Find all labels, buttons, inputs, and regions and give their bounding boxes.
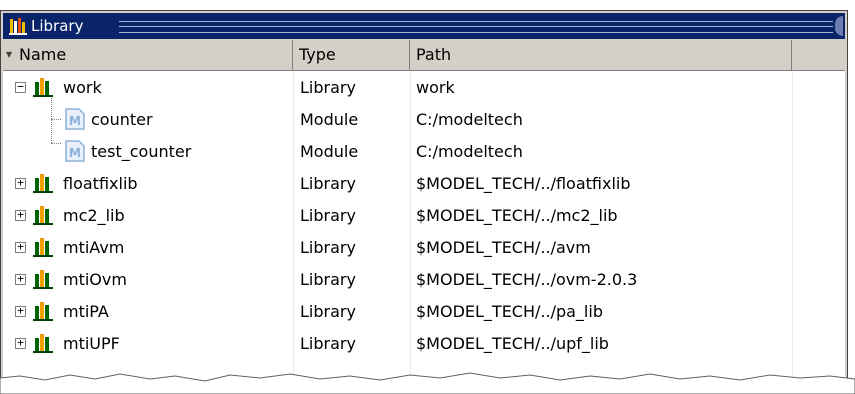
- row-type: Library: [300, 334, 356, 353]
- row-name: test_counter: [91, 142, 192, 161]
- table-row[interactable]: + mc2_lib Library $MODEL_TECH/../mc2_lib: [3, 199, 845, 232]
- svg-text:M: M: [69, 146, 81, 160]
- window-titlebar[interactable]: Library: [3, 13, 845, 39]
- row-type: Library: [300, 238, 356, 257]
- row-type: Module: [300, 110, 359, 129]
- library-icon: [33, 78, 53, 97]
- row-name: floatfixlib: [63, 174, 138, 193]
- row-name: mc2_lib: [63, 206, 125, 225]
- row-path: work: [416, 78, 455, 97]
- module-icon: M: [65, 140, 85, 162]
- table-row[interactable]: + mtiUPF Library $MODEL_TECH/../upf_lib: [3, 327, 845, 360]
- row-name: mtiOvm: [63, 270, 127, 289]
- column-path-label: Path: [416, 45, 452, 64]
- titlebar-grip: [119, 21, 833, 33]
- expand-icon[interactable]: +: [15, 336, 26, 349]
- row-type: Module: [300, 142, 359, 161]
- library-icon: [33, 270, 53, 289]
- expand-icon[interactable]: +: [15, 304, 26, 317]
- column-header-type[interactable]: Type: [293, 40, 410, 70]
- row-type: Library: [300, 270, 356, 289]
- column-header-name[interactable]: ▼ Name: [3, 40, 293, 70]
- library-icon: [9, 18, 27, 35]
- library-list: − work Library work M counter Module C:/…: [3, 71, 845, 391]
- row-type: Library: [300, 206, 356, 225]
- row-name: counter: [91, 110, 153, 129]
- library-icon: [33, 174, 53, 193]
- row-name: mtiAvm: [63, 238, 125, 257]
- library-icon: [33, 302, 53, 321]
- library-icon: [33, 238, 53, 257]
- column-header-path[interactable]: Path: [410, 40, 792, 70]
- expand-icon[interactable]: +: [15, 176, 26, 189]
- expand-icon[interactable]: +: [15, 240, 26, 253]
- row-path: C:/modeltech: [416, 142, 523, 161]
- table-row[interactable]: + floatfixlib Library $MODEL_TECH/../flo…: [3, 167, 845, 200]
- module-icon: M: [65, 108, 85, 130]
- clipped-caption: [0, 0, 855, 10]
- library-icon: [33, 206, 53, 225]
- table-row[interactable]: M counter Module C:/modeltech: [3, 103, 845, 136]
- row-path: C:/modeltech: [416, 110, 523, 129]
- row-path: $MODEL_TECH/../avm: [416, 238, 591, 257]
- sort-down-icon: ▼: [6, 50, 13, 59]
- row-path: $MODEL_TECH/../ovm-2.0.3: [416, 270, 638, 289]
- table-row[interactable]: + mtiAvm Library $MODEL_TECH/../avm: [3, 231, 845, 264]
- row-type: Library: [300, 78, 356, 97]
- window-button[interactable]: [835, 16, 843, 36]
- column-name-label: Name: [19, 45, 67, 64]
- row-path: $MODEL_TECH/../upf_lib: [416, 334, 609, 353]
- row-name: work: [63, 78, 102, 97]
- window-title: Library: [31, 17, 84, 35]
- library-window: Library ▼ Name Type Path − work Library …: [0, 10, 848, 394]
- row-type: Library: [300, 174, 356, 193]
- expand-icon[interactable]: +: [15, 208, 26, 221]
- column-header-extra[interactable]: [792, 40, 847, 70]
- row-path: $MODEL_TECH/../pa_lib: [416, 302, 603, 321]
- row-type: Library: [300, 302, 356, 321]
- column-header: ▼ Name Type Path: [3, 40, 845, 71]
- row-path: $MODEL_TECH/../mc2_lib: [416, 206, 618, 225]
- torn-edge: [0, 372, 855, 394]
- collapse-icon[interactable]: −: [15, 80, 26, 93]
- expand-icon[interactable]: +: [15, 272, 26, 285]
- table-row[interactable]: M test_counter Module C:/modeltech: [3, 135, 845, 168]
- svg-text:M: M: [69, 114, 81, 128]
- row-name: mtiPA: [63, 302, 109, 321]
- row-name: mtiUPF: [63, 334, 120, 353]
- table-row[interactable]: − work Library work: [3, 71, 845, 104]
- library-icon: [33, 334, 53, 353]
- row-path: $MODEL_TECH/../floatfixlib: [416, 174, 631, 193]
- table-row[interactable]: + mtiOvm Library $MODEL_TECH/../ovm-2.0.…: [3, 263, 845, 296]
- column-type-label: Type: [299, 45, 336, 64]
- table-row[interactable]: + mtiPA Library $MODEL_TECH/../pa_lib: [3, 295, 845, 328]
